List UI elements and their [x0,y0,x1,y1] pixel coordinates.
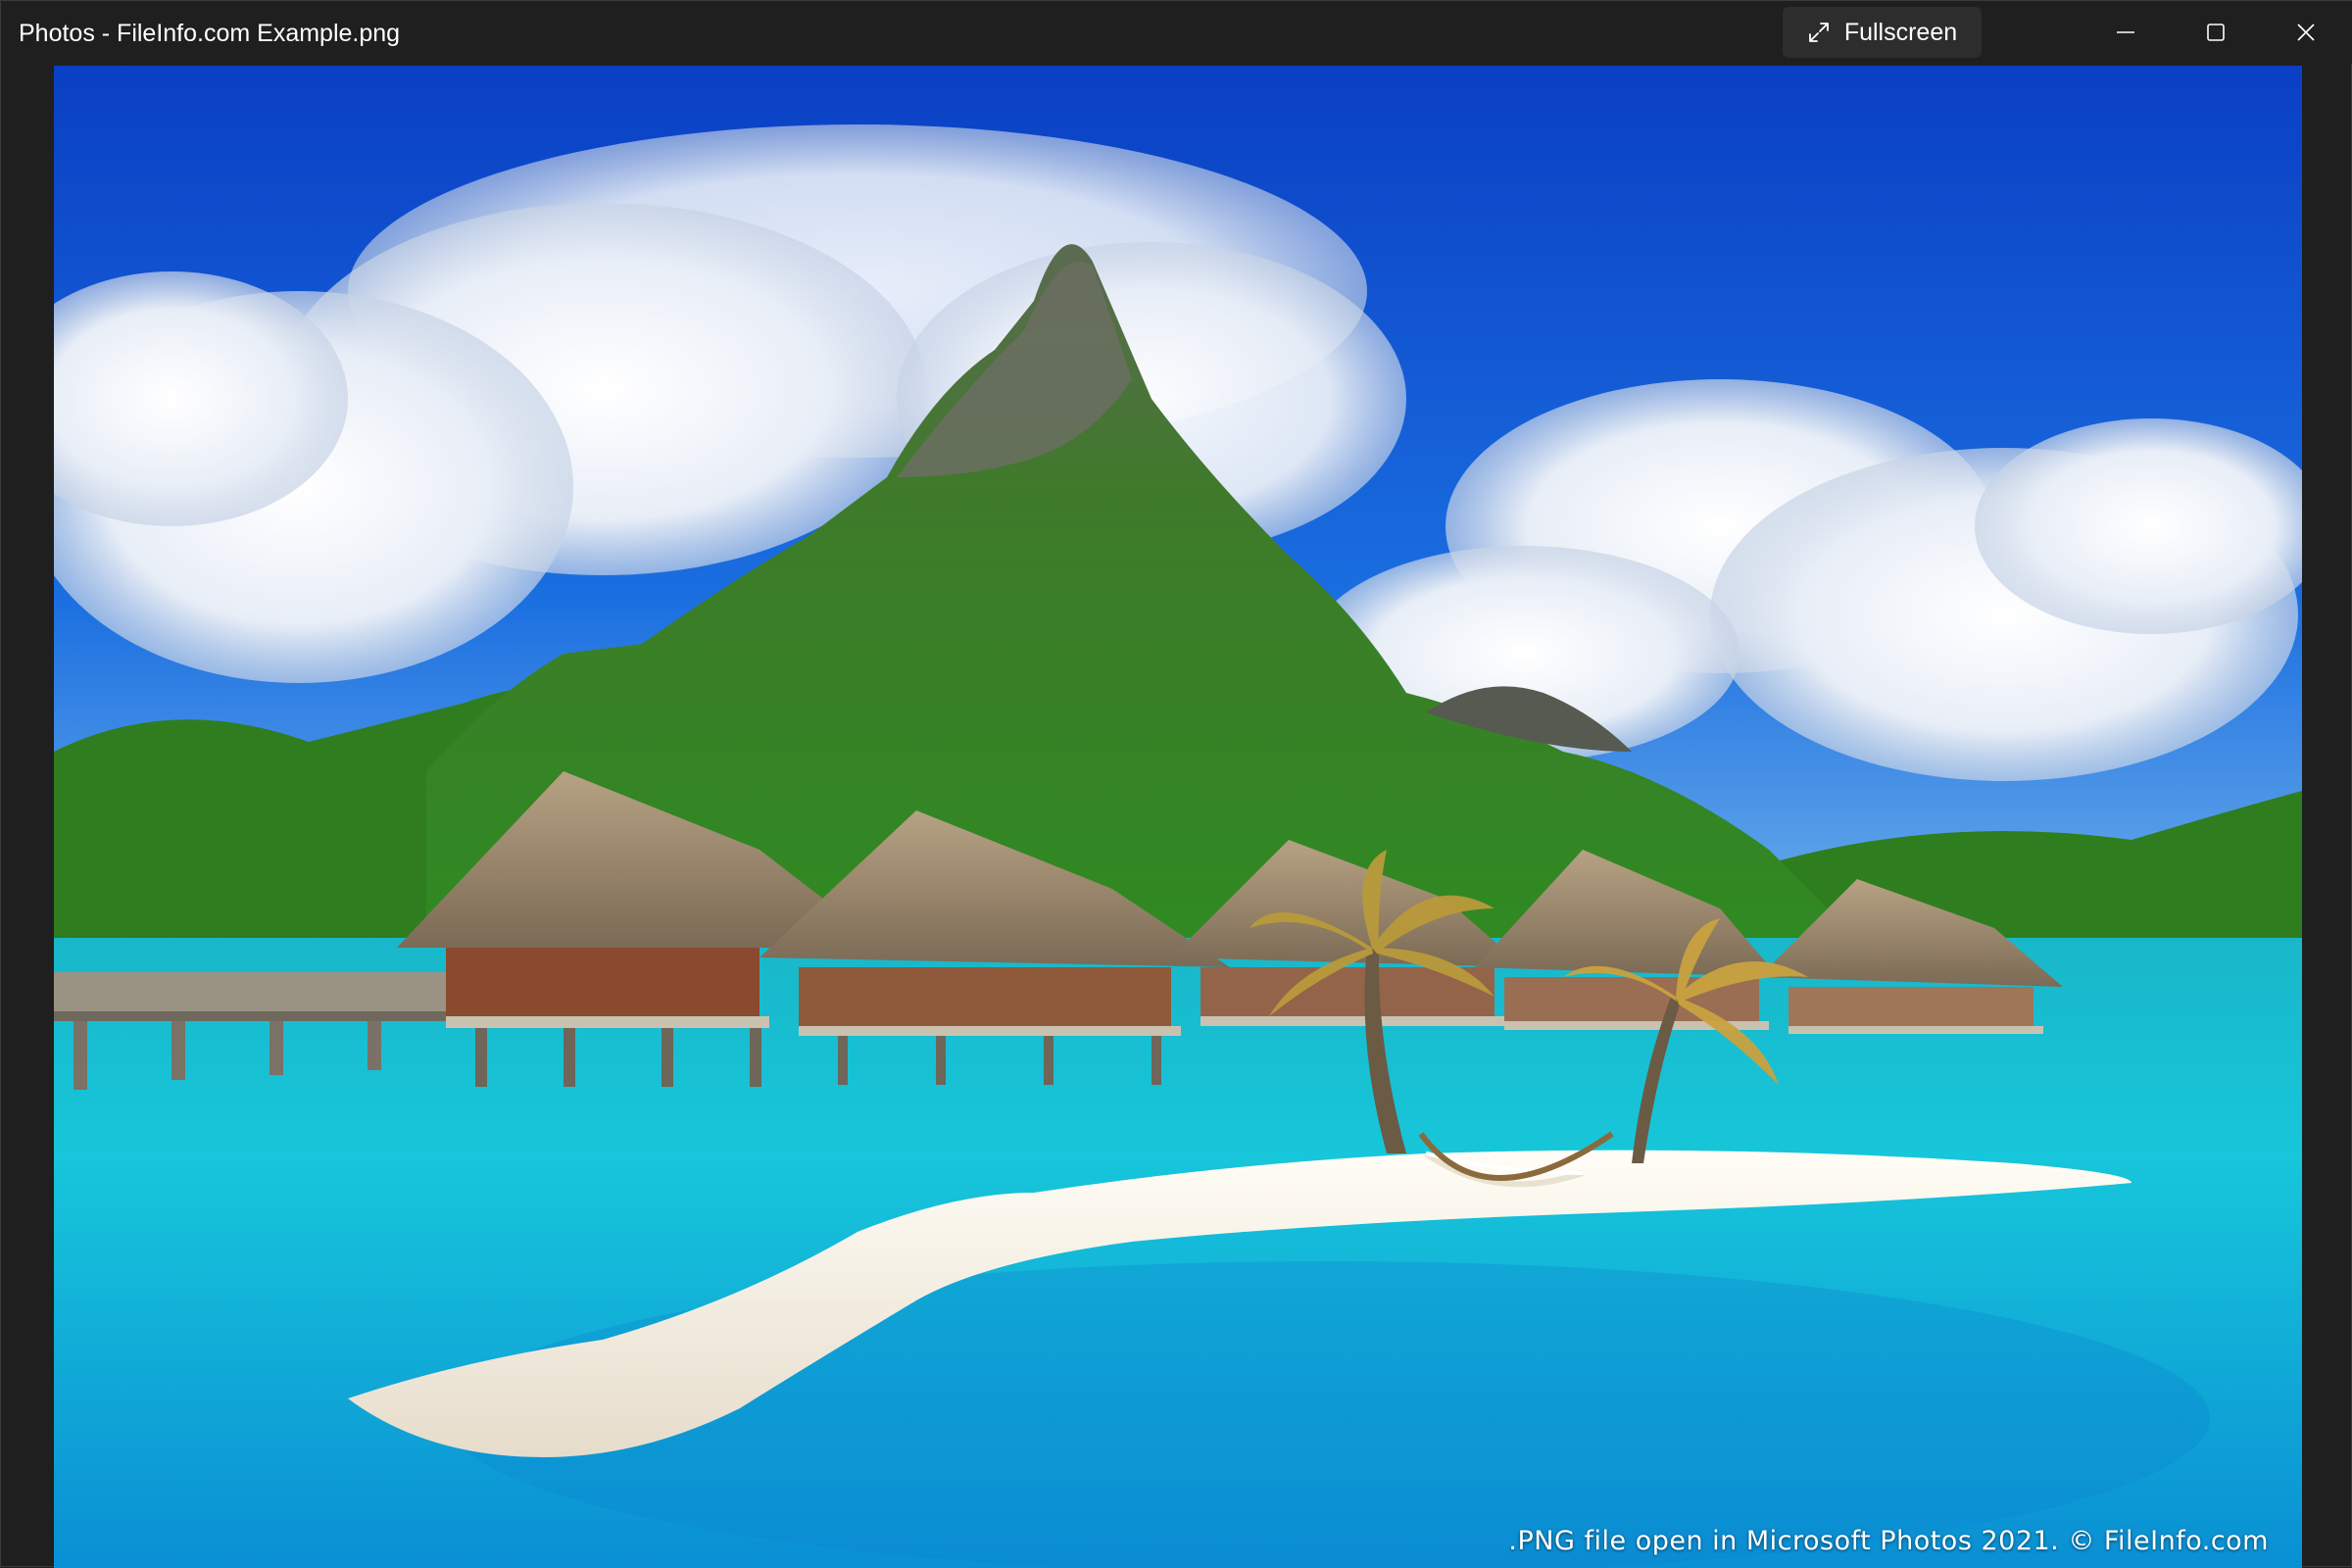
fullscreen-button[interactable]: Fullscreen [1783,7,1982,58]
expand-diagonal-icon [1807,21,1831,44]
window-title: Photos - FileInfo.com Example.png [19,20,401,47]
image-caption: .PNG file open in Microsoft Photos 2021.… [1508,1526,2269,1556]
maximize-button[interactable] [2171,1,2261,64]
close-icon [2295,22,2317,43]
fullscreen-label: Fullscreen [1843,18,1958,46]
title-bar[interactable]: Photos - FileInfo.com Example.png Fullsc… [1,1,2352,64]
minimize-icon [2115,22,2136,43]
maximize-icon [2205,22,2227,43]
image-viewer[interactable]: .PNG file open in Microsoft Photos 2021.… [54,66,2302,1568]
close-button[interactable] [2261,1,2351,64]
photos-app-window: Photos - FileInfo.com Example.png Fullsc… [0,0,2352,1568]
tropical-overwater-bungalows-photo [54,66,2302,1568]
minimize-button[interactable] [2081,1,2171,64]
